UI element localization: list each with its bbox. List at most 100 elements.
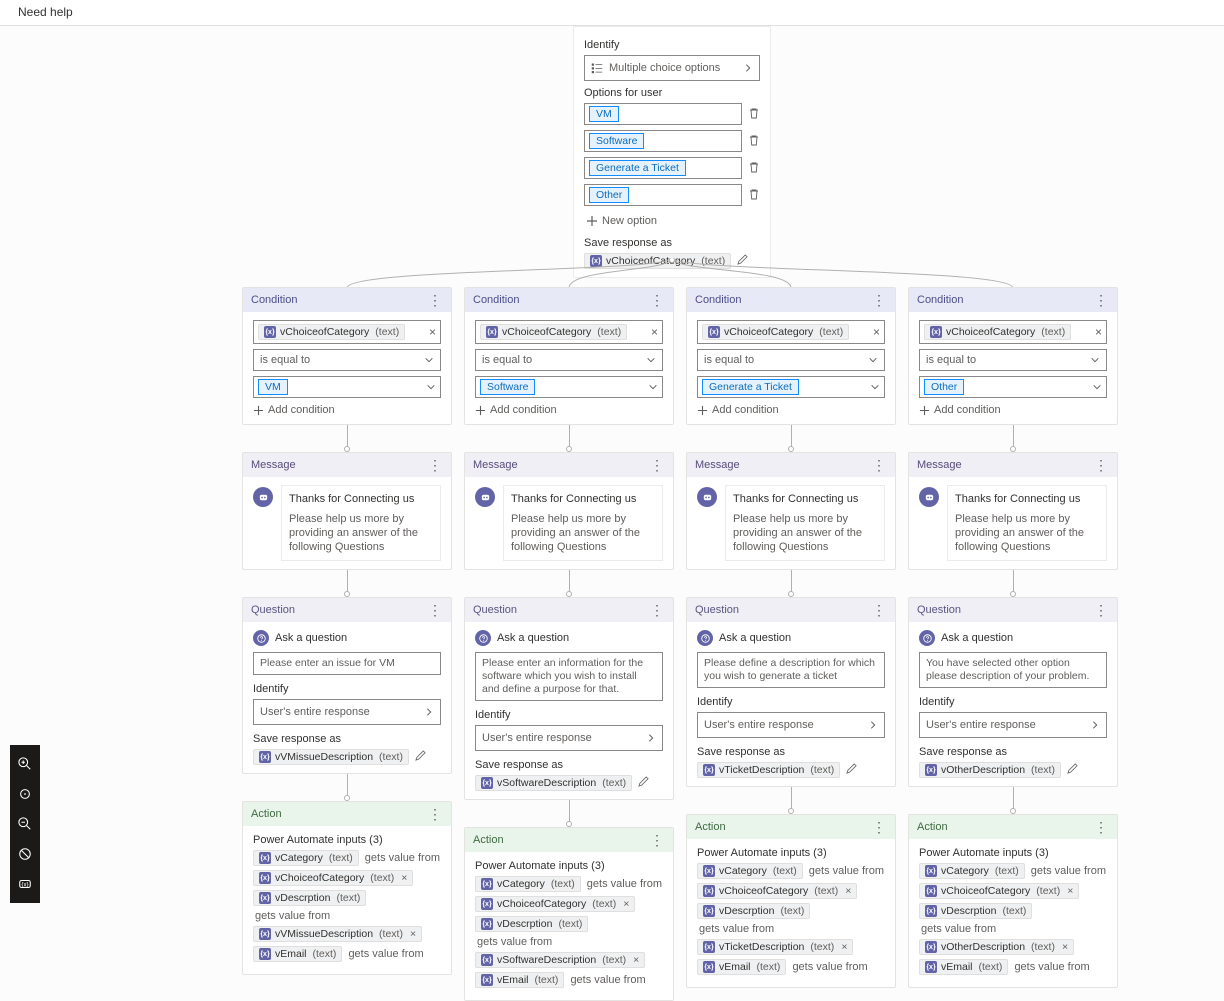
message-node[interactable]: Message⋮ Thanks for Connecting us Please… [242, 452, 452, 570]
add-condition-button[interactable]: Add condition [919, 404, 1107, 416]
variable-chip[interactable]: vChoiceofCategory(text)× [919, 883, 1079, 899]
identify-dropdown[interactable]: Multiple choice options [584, 55, 760, 81]
variable-chip[interactable]: vVMissueDescription(text)× [253, 926, 422, 942]
zoom-out-button[interactable] [10, 809, 40, 839]
condition-node[interactable]: Condition⋮ vChoiceofCategory(text) × is … [686, 287, 896, 425]
variable-chip[interactable]: vEmail(text) [919, 959, 1008, 975]
action-node[interactable]: Action⋮ Power Automate inputs (3) vCateg… [908, 814, 1118, 988]
condition-value-select[interactable]: Other [919, 376, 1107, 398]
condition-operator-select[interactable]: is equal to [475, 349, 663, 371]
more-menu-icon[interactable]: ⋮ [650, 461, 665, 469]
question-node[interactable]: Question⋮ Ask a question You have select… [908, 597, 1118, 787]
variable-chip[interactable]: vEmail(text) [253, 946, 342, 962]
variable-chip[interactable]: vChoiceofCategory(text)× [475, 896, 635, 912]
clear-icon[interactable]: × [1095, 325, 1102, 339]
variable-chip[interactable]: vChoiceofCategory(text)× [697, 883, 857, 899]
more-menu-icon[interactable]: ⋮ [650, 296, 665, 304]
question-node[interactable]: Question⋮ Ask a question Please enter an… [464, 597, 674, 800]
remove-chip-icon[interactable]: × [410, 928, 416, 940]
condition-variable-input[interactable]: vChoiceofCategory(text) × [919, 320, 1107, 344]
question-node[interactable]: Question⋮ Ask a question Please define a… [686, 597, 896, 787]
more-menu-icon[interactable]: ⋮ [428, 461, 443, 469]
more-menu-icon[interactable]: ⋮ [872, 296, 887, 304]
condition-value-select[interactable]: VM [253, 376, 441, 398]
variable-chip[interactable]: vVMissueDescription(text) [253, 749, 409, 765]
delete-option-icon[interactable] [748, 188, 760, 203]
variable-chip[interactable]: vOtherDescription(text)× [919, 939, 1074, 955]
remove-chip-icon[interactable]: × [1062, 941, 1068, 953]
variable-chip[interactable]: vDescrption(text) [475, 916, 588, 932]
variable-chip[interactable]: vCategory(text) [697, 863, 803, 879]
edit-icon[interactable] [846, 763, 857, 777]
variable-chip[interactable]: vChoiceofCategory(text) [480, 324, 627, 340]
identify-select[interactable]: User's entire response [919, 712, 1107, 738]
more-menu-icon[interactable]: ⋮ [428, 296, 443, 304]
remove-chip-icon[interactable]: × [633, 954, 639, 966]
question-prompt-input[interactable]: Please enter an information for the soft… [475, 652, 663, 701]
variable-chip[interactable]: vEmail(text) [697, 959, 786, 975]
variable-chip[interactable]: vCategory(text) [253, 850, 359, 866]
variable-chip[interactable]: vDescrption(text) [697, 903, 810, 919]
variable-chip[interactable]: vCategory(text) [919, 863, 1025, 879]
action-node[interactable]: Action⋮ Power Automate inputs (3) vCateg… [686, 814, 896, 988]
save-variable-chip[interactable]: vChoiceofCategory (text) [584, 253, 731, 269]
message-node[interactable]: Message⋮ Thanks for Connecting us Please… [464, 452, 674, 570]
remove-chip-icon[interactable]: × [401, 872, 407, 884]
more-menu-icon[interactable]: ⋮ [872, 606, 887, 614]
add-condition-button[interactable]: Add condition [253, 404, 441, 416]
option-input[interactable]: Other [584, 184, 742, 206]
clear-icon[interactable]: × [429, 325, 436, 339]
remove-chip-icon[interactable]: × [841, 941, 847, 953]
message-text[interactable]: Thanks for Connecting us Please help us … [503, 485, 663, 561]
delete-option-icon[interactable] [748, 134, 760, 149]
variable-chip[interactable]: vChoiceofCategory(text)× [253, 870, 413, 886]
condition-value-select[interactable]: Software [475, 376, 663, 398]
variable-chip[interactable]: vSoftwareDescription(text)× [475, 952, 645, 968]
reset-view-button[interactable] [10, 839, 40, 869]
condition-operator-select[interactable]: is equal to [697, 349, 885, 371]
condition-node[interactable]: Condition⋮ vChoiceofCategory(text) × is … [908, 287, 1118, 425]
add-condition-button[interactable]: Add condition [475, 404, 663, 416]
fit-screen-button[interactable] [10, 779, 40, 809]
variable-chip[interactable]: vSoftwareDescription(text) [475, 775, 632, 791]
variable-chip[interactable]: vChoiceofCategory(text) [258, 324, 405, 340]
delete-option-icon[interactable] [748, 107, 760, 122]
more-menu-icon[interactable]: ⋮ [1094, 461, 1109, 469]
condition-operator-select[interactable]: is equal to [919, 349, 1107, 371]
variable-chip[interactable]: vTicketDescription(text)× [697, 939, 853, 955]
remove-chip-icon[interactable]: × [1067, 885, 1073, 897]
clear-icon[interactable]: × [873, 325, 880, 339]
question-node[interactable]: Question⋮ Ask a question Please enter an… [242, 597, 452, 774]
variable-chip[interactable]: vDescrption(text) [919, 903, 1032, 919]
condition-variable-input[interactable]: vChoiceofCategory(text) × [697, 320, 885, 344]
remove-chip-icon[interactable]: × [845, 885, 851, 897]
condition-value-select[interactable]: Generate a Ticket [697, 376, 885, 398]
option-input[interactable]: Generate a Ticket [584, 157, 742, 179]
variable-chip[interactable]: vCategory(text) [475, 876, 581, 892]
new-option-button[interactable]: New option [584, 211, 760, 231]
message-node[interactable]: Message⋮ Thanks for Connecting us Please… [908, 452, 1118, 570]
message-text[interactable]: Thanks for Connecting us Please help us … [281, 485, 441, 561]
more-menu-icon[interactable]: ⋮ [872, 461, 887, 469]
variable-chip[interactable]: vOtherDescription(text) [919, 762, 1061, 778]
edit-icon[interactable] [415, 750, 426, 764]
variable-chip[interactable]: vChoiceofCategory(text) [702, 324, 849, 340]
more-menu-icon[interactable]: ⋮ [650, 606, 665, 614]
action-node[interactable]: Action⋮ Power Automate inputs (3) vCateg… [464, 827, 674, 1001]
delete-option-icon[interactable] [748, 161, 760, 176]
identify-select[interactable]: User's entire response [253, 699, 441, 725]
more-menu-icon[interactable]: ⋮ [1094, 606, 1109, 614]
question-prompt-input[interactable]: Please enter an issue for VM [253, 652, 441, 675]
more-menu-icon[interactable]: ⋮ [872, 823, 887, 831]
variable-chip[interactable]: vTicketDescription(text) [697, 762, 840, 778]
question-prompt-input[interactable]: You have selected other option please de… [919, 652, 1107, 688]
condition-node[interactable]: Condition⋮ vChoiceofCategory(text) × is … [242, 287, 452, 425]
message-text[interactable]: Thanks for Connecting us Please help us … [947, 485, 1107, 561]
option-input[interactable]: VM [584, 103, 742, 125]
clear-icon[interactable]: × [651, 325, 658, 339]
message-node[interactable]: Message⋮ Thanks for Connecting us Please… [686, 452, 896, 570]
variable-chip[interactable]: vEmail(text) [475, 972, 564, 988]
action-node[interactable]: Action⋮ Power Automate inputs (3) vCateg… [242, 801, 452, 975]
identify-select[interactable]: User's entire response [697, 712, 885, 738]
more-menu-icon[interactable]: ⋮ [428, 606, 443, 614]
